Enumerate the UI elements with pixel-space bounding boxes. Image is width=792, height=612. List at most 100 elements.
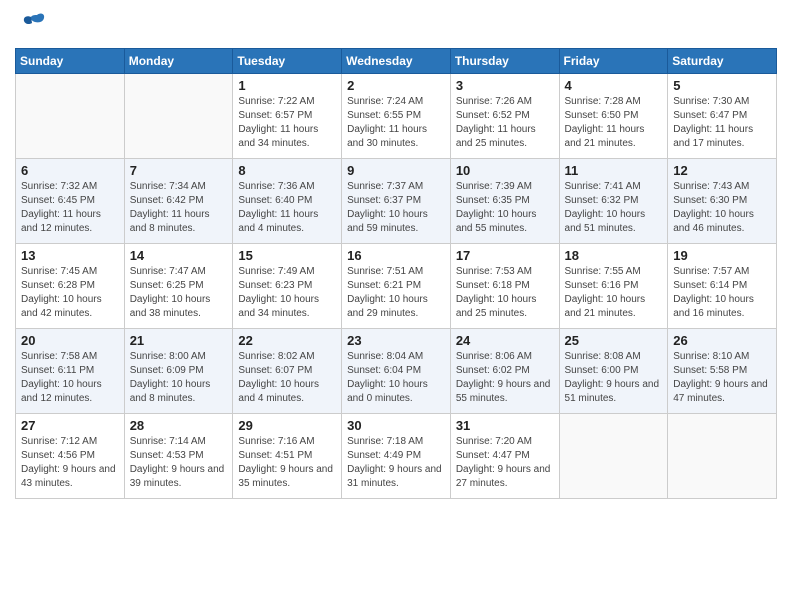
day-number: 24 [456, 333, 554, 348]
day-number: 14 [130, 248, 228, 263]
day-number: 28 [130, 418, 228, 433]
day-detail: Sunrise: 7:41 AMSunset: 6:32 PMDaylight:… [565, 180, 663, 236]
calendar-cell [16, 74, 125, 159]
calendar-cell: 29Sunrise: 7:16 AMSunset: 4:51 PMDayligh… [233, 414, 342, 499]
calendar-cell: 28 Sunrise: 7:14 AMSunset: 4:53 PMDayligh… [124, 414, 233, 499]
day-detail: Sunrise: 7:28 AMSunset: 6:50 PMDaylight:… [565, 95, 663, 151]
calendar-cell: 1 Sunrise: 7:22 AMSunset: 6:57 PMDaylight… [233, 74, 342, 159]
header-cell-tuesday: Tuesday [233, 49, 342, 74]
calendar-week-row: 13 Sunrise: 7:45 AMSunset: 6:28 PMDayligh… [16, 244, 777, 329]
day-detail: Sunrise: 7:55 AMSunset: 6:16 PMDaylight:… [565, 265, 663, 321]
calendar-cell: 17Sunrise: 7:53 AMSunset: 6:18 PMDayligh… [450, 244, 559, 329]
day-detail: Sunrise: 7:22 AMSunset: 6:57 PMDaylight:… [238, 95, 336, 151]
calendar-cell: 2 Sunrise: 7:24 AMSunset: 6:55 PMDaylight… [342, 74, 451, 159]
calendar-cell: 30 Sunrise: 7:18 AMSunset: 4:49 PMDayligh… [342, 414, 451, 499]
calendar-cell: 20 Sunrise: 7:58 AMSunset: 6:11 PMDayligh… [16, 329, 125, 414]
calendar-cell: 25 Sunrise: 8:08 AMSunset: 6:00 PMDayligh… [559, 329, 668, 414]
calendar-cell: 27Sunrise: 7:12 AMSunset: 4:56 PMDayligh… [16, 414, 125, 499]
day-detail: Sunrise: 7:18 AMSunset: 4:49 PMDaylight:… [347, 435, 445, 491]
day-number: 11 [565, 163, 663, 178]
day-number: 25 [565, 333, 663, 348]
day-number: 16 [347, 248, 445, 263]
calendar-cell: 21 Sunrise: 8:00 AMSunset: 6:09 PMDayligh… [124, 329, 233, 414]
day-number: 31 [456, 418, 554, 433]
day-detail: Sunrise: 7:32 AMSunset: 6:45 PMDaylight:… [21, 180, 119, 236]
day-number: 4 [565, 78, 663, 93]
header-cell-wednesday: Wednesday [342, 49, 451, 74]
calendar-cell: 19 Sunrise: 7:57 AMSunset: 6:14 PMDayligh… [668, 244, 777, 329]
day-number: 9 [347, 163, 445, 178]
day-detail: Sunrise: 7:16 AMSunset: 4:51 PMDaylight:… [238, 435, 336, 491]
calendar-cell: 15 Sunrise: 7:49 AMSunset: 6:23 PMDayligh… [233, 244, 342, 329]
calendar-cell [668, 414, 777, 499]
day-detail: Sunrise: 7:51 AMSunset: 6:21 PMDaylight:… [347, 265, 445, 321]
calendar-cell: 13 Sunrise: 7:45 AMSunset: 6:28 PMDayligh… [16, 244, 125, 329]
calendar-cell: 18 Sunrise: 7:55 AMSunset: 6:16 PMDayligh… [559, 244, 668, 329]
day-number: 23 [347, 333, 445, 348]
day-number: 3 [456, 78, 554, 93]
day-detail: Sunrise: 8:00 AMSunset: 6:09 PMDaylight:… [130, 350, 228, 406]
calendar-cell: 23 Sunrise: 8:04 AMSunset: 6:04 PMDayligh… [342, 329, 451, 414]
logo-bird-icon [17, 10, 47, 40]
day-detail: Sunrise: 7:37 AMSunset: 6:37 PMDaylight:… [347, 180, 445, 236]
calendar-week-row: 20 Sunrise: 7:58 AMSunset: 6:11 PMDayligh… [16, 329, 777, 414]
header-cell-sunday: Sunday [16, 49, 125, 74]
day-detail: Sunrise: 7:58 AMSunset: 6:11 PMDaylight:… [21, 350, 119, 406]
calendar-cell: 26 Sunrise: 8:10 AMSunset: 5:58 PMDayligh… [668, 329, 777, 414]
day-detail: Sunrise: 7:39 AMSunset: 6:35 PMDaylight:… [456, 180, 554, 236]
day-detail: Sunrise: 7:30 AMSunset: 6:47 PMDaylight:… [673, 95, 771, 151]
day-detail: Sunrise: 7:57 AMSunset: 6:14 PMDaylight:… [673, 265, 771, 321]
day-detail: Sunrise: 7:36 AMSunset: 6:40 PMDaylight:… [238, 180, 336, 236]
day-number: 2 [347, 78, 445, 93]
day-number: 13 [21, 248, 119, 263]
calendar-cell: 16 Sunrise: 7:51 AMSunset: 6:21 PMDayligh… [342, 244, 451, 329]
header-cell-monday: Monday [124, 49, 233, 74]
calendar-table: SundayMondayTuesdayWednesdayThursdayFrid… [15, 48, 777, 499]
day-detail: Sunrise: 8:10 AMSunset: 5:58 PMDaylight:… [673, 350, 771, 406]
day-number: 18 [565, 248, 663, 263]
calendar-cell: 9 Sunrise: 7:37 AMSunset: 6:37 PMDaylight… [342, 159, 451, 244]
calendar-cell: 11 Sunrise: 7:41 AMSunset: 6:32 PMDayligh… [559, 159, 668, 244]
day-number: 8 [238, 163, 336, 178]
calendar-week-row: 27Sunrise: 7:12 AMSunset: 4:56 PMDayligh… [16, 414, 777, 499]
day-number: 5 [673, 78, 771, 93]
header-cell-saturday: Saturday [668, 49, 777, 74]
day-number: 19 [673, 248, 771, 263]
day-detail: Sunrise: 7:49 AMSunset: 6:23 PMDaylight:… [238, 265, 336, 321]
day-detail: Sunrise: 7:26 AMSunset: 6:52 PMDaylight:… [456, 95, 554, 151]
calendar-header-row: SundayMondayTuesdayWednesdayThursdayFrid… [16, 49, 777, 74]
day-number: 21 [130, 333, 228, 348]
day-detail: Sunrise: 8:02 AMSunset: 6:07 PMDaylight:… [238, 350, 336, 406]
calendar-week-row: 1 Sunrise: 7:22 AMSunset: 6:57 PMDaylight… [16, 74, 777, 159]
day-number: 12 [673, 163, 771, 178]
calendar-week-row: 6 Sunrise: 7:32 AMSunset: 6:45 PMDaylight… [16, 159, 777, 244]
day-number: 17 [456, 248, 554, 263]
day-number: 22 [238, 333, 336, 348]
day-detail: Sunrise: 8:08 AMSunset: 6:00 PMDaylight:… [565, 350, 663, 406]
calendar-cell: 8 Sunrise: 7:36 AMSunset: 6:40 PMDaylight… [233, 159, 342, 244]
day-detail: Sunrise: 7:43 AMSunset: 6:30 PMDaylight:… [673, 180, 771, 236]
day-detail: Sunrise: 7:34 AMSunset: 6:42 PMDaylight:… [130, 180, 228, 236]
calendar-cell: 22 Sunrise: 8:02 AMSunset: 6:07 PMDayligh… [233, 329, 342, 414]
day-number: 26 [673, 333, 771, 348]
calendar-cell: 10Sunrise: 7:39 AMSunset: 6:35 PMDayligh… [450, 159, 559, 244]
header-cell-friday: Friday [559, 49, 668, 74]
day-number: 30 [347, 418, 445, 433]
day-number: 1 [238, 78, 336, 93]
day-detail: Sunrise: 7:12 AMSunset: 4:56 PMDaylight:… [21, 435, 119, 491]
day-number: 20 [21, 333, 119, 348]
calendar-cell: 7 Sunrise: 7:34 AMSunset: 6:42 PMDaylight… [124, 159, 233, 244]
day-detail: Sunrise: 8:04 AMSunset: 6:04 PMDaylight:… [347, 350, 445, 406]
day-number: 15 [238, 248, 336, 263]
calendar-cell: 4 Sunrise: 7:28 AMSunset: 6:50 PMDaylight… [559, 74, 668, 159]
day-number: 7 [130, 163, 228, 178]
day-detail: Sunrise: 7:45 AMSunset: 6:28 PMDaylight:… [21, 265, 119, 321]
day-detail: Sunrise: 7:14 AMSunset: 4:53 PMDaylight:… [130, 435, 228, 491]
day-number: 6 [21, 163, 119, 178]
day-detail: Sunrise: 7:20 AMSunset: 4:47 PMDaylight:… [456, 435, 554, 491]
calendar-cell: 14Sunrise: 7:47 AMSunset: 6:25 PMDayligh… [124, 244, 233, 329]
day-detail: Sunrise: 7:24 AMSunset: 6:55 PMDaylight:… [347, 95, 445, 151]
calendar-cell: 24Sunrise: 8:06 AMSunset: 6:02 PMDayligh… [450, 329, 559, 414]
calendar-cell: 3 Sunrise: 7:26 AMSunset: 6:52 PMDaylight… [450, 74, 559, 159]
calendar-cell: 12 Sunrise: 7:43 AMSunset: 6:30 PMDayligh… [668, 159, 777, 244]
